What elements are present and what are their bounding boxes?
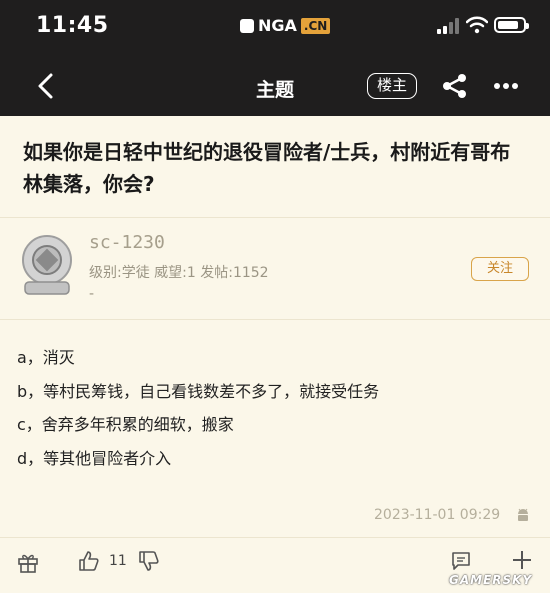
- status-time: 11:45: [36, 13, 109, 38]
- author-meta: 级别:学徒 威望:1 发帖:1152: [89, 265, 269, 281]
- author-extra: -: [89, 286, 95, 302]
- gift-icon[interactable]: [17, 551, 39, 573]
- signal-icon: [437, 18, 459, 34]
- watermark: GAMERSKY: [449, 573, 533, 587]
- option-a: a，消灭: [17, 348, 75, 367]
- follow-button[interactable]: 关注: [471, 257, 529, 281]
- more-dots-icon[interactable]: [493, 82, 519, 90]
- post-timestamp: 2023-11-01 09:29: [374, 507, 501, 523]
- share-icon[interactable]: [441, 72, 469, 100]
- like-icon[interactable]: [78, 550, 100, 572]
- logo-suffix-text: .CN: [300, 17, 331, 34]
- reply-icon[interactable]: [450, 550, 472, 572]
- divider: [0, 319, 550, 320]
- wifi-icon: [466, 16, 488, 34]
- add-icon[interactable]: [511, 549, 533, 571]
- option-c: c，舍弃多年积累的细软，搬家: [17, 415, 234, 434]
- like-count: 11: [109, 553, 127, 569]
- page-title: 主题: [255, 79, 294, 101]
- option-d: d，等其他冒险者介入: [17, 449, 172, 468]
- dislike-icon[interactable]: [138, 550, 160, 572]
- avatar[interactable]: [20, 234, 74, 296]
- top-bar: 11:45 NGA .CN 主题 楼主: [0, 0, 550, 116]
- divider: [0, 217, 550, 218]
- author-name[interactable]: sc-1230: [89, 232, 165, 253]
- post-title: 如果你是日轻中世纪的退役冒险者/士兵，村附近有哥布林集落，你会?: [23, 140, 511, 196]
- android-icon: [518, 508, 528, 521]
- battery-icon: [494, 17, 529, 33]
- back-button[interactable]: [34, 70, 58, 102]
- divider: [0, 537, 550, 538]
- nga-logo: NGA .CN: [240, 16, 331, 35]
- nga-logo-icon: [240, 18, 254, 33]
- option-b: b，等村民筹钱，自己看钱数差不多了，就接受任务: [17, 382, 380, 401]
- logo-main-text: NGA: [258, 16, 297, 35]
- op-only-button[interactable]: 楼主: [367, 73, 418, 99]
